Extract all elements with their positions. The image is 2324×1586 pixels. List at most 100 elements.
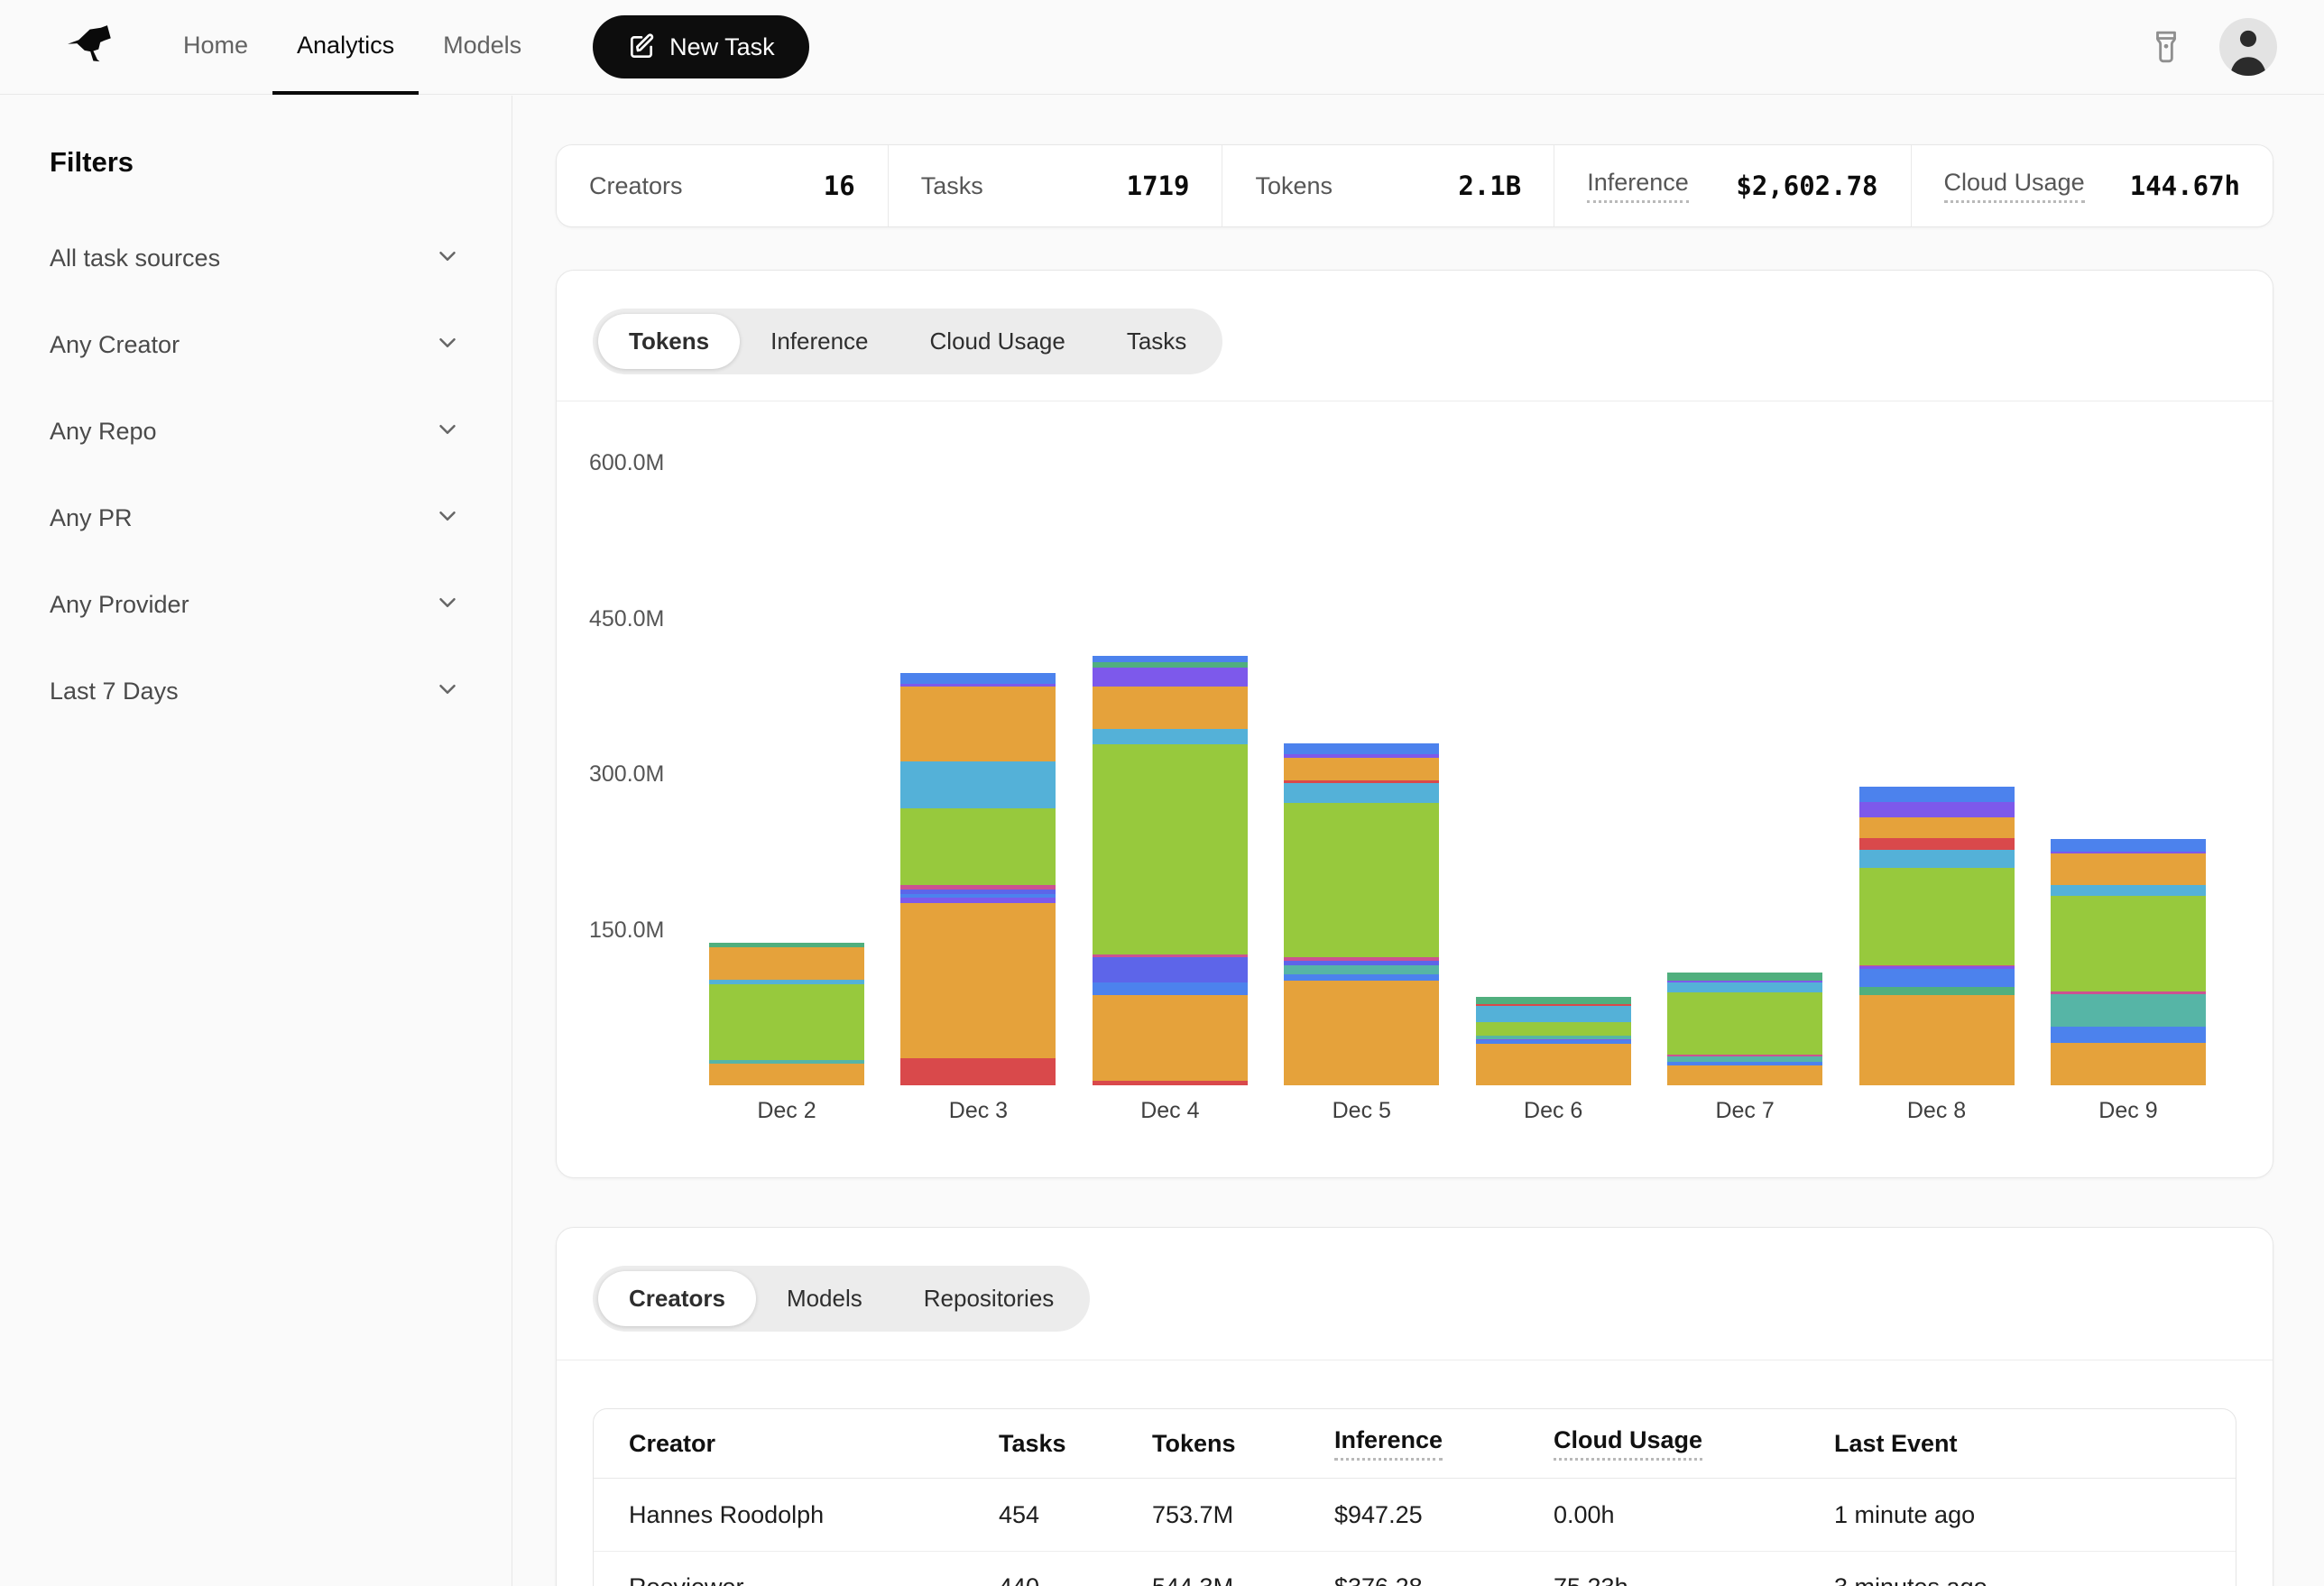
nav-item-analytics[interactable]: Analytics	[272, 0, 419, 95]
breakdown-card: CreatorsModelsRepositories CreatorTasks T…	[556, 1227, 2273, 1586]
stat-value: 1719	[1127, 171, 1190, 201]
stat-creators[interactable]: Creators 16	[557, 145, 888, 226]
person-silhouette-icon	[2219, 18, 2277, 76]
stat-label: Inference	[1587, 169, 1689, 203]
tokens-stacked-bar-chart: 150.0M300.0M450.0M600.0M Dec 2Dec 3Dec 4…	[557, 401, 2273, 1177]
table-row[interactable]: Hannes Roodolph454753.7M$947.250.00h1 mi…	[594, 1479, 2236, 1551]
bar-segment-orange	[900, 903, 1056, 1058]
bar-segment-seagreen	[1476, 997, 1631, 1004]
new-task-label: New Task	[669, 33, 775, 61]
bar-segment-orange	[1859, 817, 2015, 838]
bar-segment-blue	[1093, 656, 1248, 662]
bar-segment-orange	[2051, 1043, 2206, 1085]
bar-segment-orange	[1667, 1065, 1822, 1085]
breakdown-tab-creators[interactable]: Creators	[598, 1271, 756, 1326]
stat-tasks[interactable]: Tasks1719	[888, 145, 1222, 226]
table-cell: 3 minutes ago	[1834, 1573, 2236, 1586]
filter-dropdown-all-task-sources[interactable]: All task sources	[50, 215, 461, 301]
bar-dec-9[interactable]	[2051, 839, 2206, 1085]
filter-label: Any Provider	[50, 591, 189, 619]
bar-segment-green	[1667, 992, 1822, 1055]
bar-segment-orange	[709, 947, 864, 980]
filter-dropdown-any-provider[interactable]: Any Provider	[50, 561, 461, 648]
chart-tab-tokens[interactable]: Tokens	[598, 314, 740, 369]
y-tick-300-0m: 300.0M	[589, 761, 664, 788]
filters-sidebar: Filters All task sourcesAny Creator Any R…	[0, 96, 512, 1586]
bar-segment-indigo	[1093, 957, 1248, 982]
bar-dec-3[interactable]	[900, 673, 1056, 1085]
stat-inference[interactable]: Inference$2,602.78	[1554, 145, 1910, 226]
filter-dropdown-last-7-days[interactable]: Last 7 Days	[50, 648, 461, 734]
breakdown-tab-repositories[interactable]: Repositories	[893, 1271, 1085, 1326]
column-header-tasks[interactable]: Tasks	[999, 1430, 1152, 1458]
filter-dropdown-any-creator[interactable]: Any Creator	[50, 301, 461, 388]
nav-item-models[interactable]: Models	[419, 0, 546, 95]
column-header-label: Inference	[1334, 1426, 1443, 1461]
bar-segment-sky	[1476, 1006, 1631, 1022]
filter-dropdown-any-pr[interactable]: Any PR	[50, 475, 461, 561]
chevron-down-icon	[434, 676, 461, 707]
flashlight-icon[interactable]	[2149, 27, 2183, 67]
filters-title: Filters	[50, 146, 461, 179]
table-cell: $947.25	[1334, 1501, 1554, 1529]
table-body: Hannes Roodolph454753.7M$947.250.00h1 mi…	[594, 1479, 2236, 1586]
y-tick-450-0m: 450.0M	[589, 605, 664, 633]
bar-segment-green	[1284, 803, 1439, 958]
bar-dec-5[interactable]	[1284, 743, 1439, 1085]
bar-segment-sky	[1859, 850, 2015, 868]
breakdown-tab-models[interactable]: Models	[756, 1271, 893, 1326]
bar-dec-2[interactable]	[709, 943, 864, 1085]
bar-segment-red	[1093, 1081, 1248, 1085]
stat-value: 144.67h	[2130, 171, 2240, 201]
chart-tab-inference[interactable]: Inference	[740, 314, 899, 369]
bar-segment-green	[900, 808, 1056, 885]
bar-segment-red	[900, 1058, 1056, 1085]
bar-segment-teal	[1284, 965, 1439, 974]
breakdown-tab-group: CreatorsModelsRepositories	[593, 1266, 1090, 1332]
column-header-last-event[interactable]: Last Event	[1834, 1430, 2236, 1458]
user-avatar[interactable]	[2219, 18, 2277, 76]
column-header-label: Tokens	[1152, 1430, 1236, 1457]
nav-item-home[interactable]: Home	[159, 0, 272, 95]
new-task-button[interactable]: New Task	[593, 15, 809, 78]
table-cell: 753.7M	[1152, 1501, 1334, 1529]
filter-label: Any Repo	[50, 418, 157, 446]
bar-dec-8[interactable]	[1859, 787, 2015, 1085]
bar-segment-orange	[1093, 687, 1248, 729]
bar-dec-4[interactable]	[1093, 656, 1248, 1085]
bar-segment-sky	[900, 761, 1056, 808]
table-row[interactable]: Rooviewer440544.3M$376.2875.23h3 minutes…	[594, 1551, 2236, 1586]
bar-segment-blue	[1284, 974, 1439, 982]
bar-segment-blue	[1859, 787, 2015, 803]
bar-segment-seagreen	[1667, 973, 1822, 981]
filter-list: All task sourcesAny Creator Any Repo Any P…	[50, 215, 461, 734]
stat-cloud-usage[interactable]: Cloud Usage144.67h	[1911, 145, 2273, 226]
bar-segment-teal	[1667, 1056, 1822, 1063]
column-header-cloud-usage[interactable]: Cloud Usage	[1554, 1426, 1834, 1461]
chart-tab-tasks[interactable]: Tasks	[1096, 314, 1217, 369]
x-label-dec-7: Dec 7	[1667, 1098, 1822, 1124]
column-header-tokens[interactable]: Tokens	[1152, 1430, 1334, 1458]
chart-tabs: TokensInferenceCloud UsageTasks	[557, 271, 2273, 374]
chart-tab-cloud-usage[interactable]: Cloud Usage	[899, 314, 1096, 369]
table-cell: $376.28	[1334, 1573, 1554, 1586]
column-header-inference[interactable]: Inference	[1334, 1426, 1554, 1461]
table-cell: 454	[999, 1501, 1152, 1529]
bar-dec-7[interactable]	[1667, 973, 1822, 1085]
creators-table: CreatorTasks Tokens Inference Cloud UsageLa…	[593, 1408, 2236, 1586]
bar-segment-teal	[2051, 994, 2206, 1027]
column-header-label: Tasks	[999, 1430, 1066, 1457]
x-label-dec-6: Dec 6	[1476, 1098, 1631, 1124]
stat-label: Creators	[589, 172, 683, 200]
stat-value: 16	[824, 171, 855, 201]
bar-dec-6[interactable]	[1476, 997, 1631, 1085]
chart-card: TokensInferenceCloud UsageTasks 150.0M30…	[556, 270, 2273, 1178]
kangaroo-logo-icon[interactable]	[58, 21, 134, 73]
column-header-creator[interactable]: Creator	[629, 1430, 999, 1458]
y-tick-600-0m: 600.0M	[589, 449, 664, 477]
filter-dropdown-any-repo[interactable]: Any Repo	[50, 388, 461, 475]
stat-tokens[interactable]: Tokens2.1B	[1222, 145, 1554, 226]
bar-segment-purple	[1093, 668, 1248, 687]
bar-segment-red	[1859, 838, 2015, 849]
bar-segment-sky	[2051, 885, 2206, 896]
